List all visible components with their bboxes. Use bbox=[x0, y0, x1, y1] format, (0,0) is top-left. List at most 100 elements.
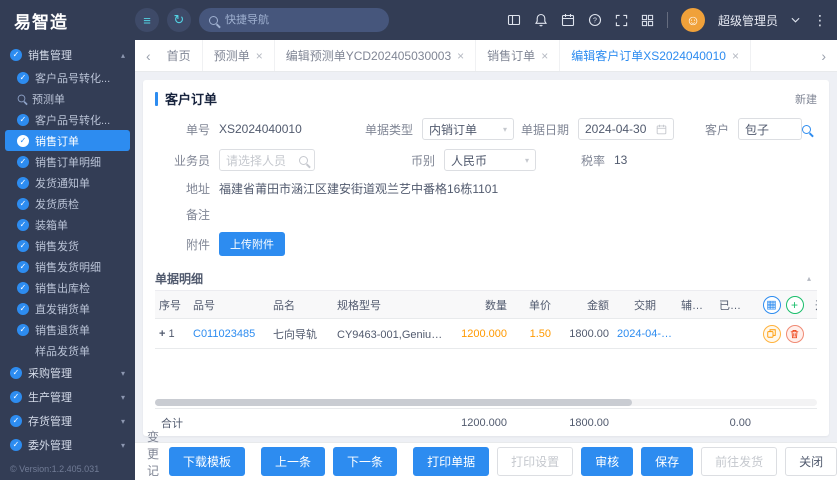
calendar-icon[interactable] bbox=[561, 13, 575, 27]
horizontal-scrollbar[interactable] bbox=[155, 399, 817, 406]
refresh-icon: ↻ bbox=[174, 12, 185, 28]
sidebar-group-production[interactable]: ✓ 生产管理 ▾ bbox=[0, 385, 135, 409]
sidebar-item-label: 客户品号转化... bbox=[35, 112, 110, 128]
sidebar-item-delivery-notice[interactable]: ✓ 发货通知单 bbox=[0, 172, 135, 193]
cell-delivery[interactable]: 2024-04-30 bbox=[613, 328, 677, 340]
more-menu-icon[interactable]: ⋮ bbox=[813, 12, 827, 29]
close-button[interactable]: 关闭 bbox=[785, 447, 837, 476]
next-record-button[interactable]: 下一条 bbox=[333, 447, 397, 476]
tab-edit-customer-order[interactable]: 编辑客户订单XS2024040010 × bbox=[560, 40, 751, 71]
fullscreen-icon[interactable] bbox=[615, 14, 628, 27]
sidebar-item-customer-item-conversion[interactable]: ✓ 客户品号转化... bbox=[0, 67, 135, 88]
new-button[interactable]: 新建 bbox=[795, 91, 817, 107]
avatar[interactable]: ☺ bbox=[681, 8, 705, 32]
prev-record-button[interactable]: 上一条 bbox=[261, 447, 325, 476]
chevron-down-icon[interactable] bbox=[791, 17, 800, 23]
sidebar-item-sales-delivery-detail[interactable]: ✓ 销售发货明细 bbox=[0, 256, 135, 277]
cell-item-no[interactable]: C011023485 bbox=[189, 328, 269, 340]
sidebar-item-sales-order[interactable]: ✓ 销售订单 bbox=[5, 130, 130, 151]
scrollbar-thumb[interactable] bbox=[155, 399, 632, 406]
sidebar-item-label: 客户品号转化... bbox=[35, 70, 110, 86]
col-seq: 序号 bbox=[155, 297, 189, 313]
tab-forecast[interactable]: 预测单 × bbox=[203, 40, 275, 71]
sidebar-item-label: 装箱单 bbox=[35, 217, 68, 233]
search-input[interactable] bbox=[225, 14, 355, 26]
audit-button[interactable]: 审核 bbox=[581, 447, 633, 476]
col-executed: 已执行 bbox=[715, 297, 755, 313]
sidebar-item-packing-list[interactable]: ✓ 装箱单 bbox=[0, 214, 135, 235]
customer-input[interactable]: 包子 bbox=[738, 118, 802, 140]
field-tax-rate: 税率 13 bbox=[550, 152, 715, 169]
detail-title: 单据明细 bbox=[155, 270, 203, 287]
username[interactable]: 超级管理员 bbox=[718, 12, 778, 29]
collapse-icon[interactable]: ▴ bbox=[807, 274, 811, 283]
check-circle-icon: ✓ bbox=[17, 114, 29, 126]
cell-price[interactable]: 1.50 bbox=[511, 328, 555, 340]
footer-action-bar: 变更记录 下载模板 上一条 下一条 打印单据 打印设置 审核 保存 前往发货 关… bbox=[135, 442, 837, 480]
copy-row-button[interactable] bbox=[763, 325, 781, 343]
sidebar-item-direct-sales[interactable]: ✓ 直发销货单 bbox=[0, 298, 135, 319]
app-logo: 易智造 bbox=[0, 8, 135, 33]
table-row[interactable]: +1 C011023485 七向导轨 CY9463-001,Genius（透明.… bbox=[155, 319, 817, 349]
tabs-scroll-left-icon[interactable]: ‹ bbox=[141, 48, 156, 64]
order-type-value: 内销订单 bbox=[429, 121, 477, 138]
document-icon: ✓ bbox=[10, 415, 22, 427]
check-circle-icon: ✓ bbox=[17, 219, 29, 231]
download-template-button[interactable]: 下载模板 bbox=[169, 447, 245, 476]
address-value: 福建省莆田市涵江区建安街道观兰艺中番格16栋1101 bbox=[219, 180, 498, 197]
sidebar-item-sales-outbound-check[interactable]: ✓ 销售出库检 bbox=[0, 277, 135, 298]
cell-qty[interactable]: 1200.000 bbox=[451, 328, 511, 340]
salesman-placeholder: 请选择人员 bbox=[226, 152, 286, 169]
calendar-icon bbox=[656, 124, 667, 135]
top-header: 易智造 ≡ ↻ ? bbox=[0, 0, 837, 40]
layout-panel-icon[interactable] bbox=[507, 13, 521, 27]
sidebar-item-sales-delivery[interactable]: ✓ 销售发货 bbox=[0, 235, 135, 256]
sidebar-item-forecast[interactable]: 预测单 bbox=[0, 88, 135, 109]
print-document-button[interactable]: 打印单据 bbox=[413, 447, 489, 476]
close-icon[interactable]: × bbox=[732, 49, 739, 63]
quick-nav-search[interactable] bbox=[199, 8, 389, 32]
field-label: 税率 bbox=[550, 152, 605, 169]
currency-select[interactable]: 人民币 ▾ bbox=[444, 149, 536, 171]
sidebar-group-sales[interactable]: ✓ 销售管理 ▴ bbox=[0, 43, 135, 67]
column-settings-button[interactable]: ▦ bbox=[763, 296, 781, 314]
tab-label: 编辑客户订单XS2024040010 bbox=[571, 47, 726, 64]
salesman-input[interactable]: 请选择人员 bbox=[219, 149, 315, 171]
order-type-select[interactable]: 内销订单 ▾ bbox=[422, 118, 514, 140]
refresh-button[interactable]: ↻ bbox=[167, 8, 191, 32]
sidebar-item-label: 销售发货 bbox=[35, 238, 79, 254]
customer-lookup-icon[interactable] bbox=[802, 125, 811, 134]
order-date-picker[interactable]: 2024-04-30 bbox=[578, 118, 674, 140]
upload-attachment-button[interactable]: 上传附件 bbox=[219, 232, 285, 256]
sidebar-group-inventory[interactable]: ✓ 存货管理 ▾ bbox=[0, 409, 135, 433]
bell-icon[interactable] bbox=[534, 13, 548, 27]
detail-section-header: 单据明细 ▴ bbox=[155, 267, 817, 291]
delete-row-button[interactable] bbox=[786, 325, 804, 343]
help-icon[interactable]: ? bbox=[588, 13, 602, 27]
sidebar-item-sales-return[interactable]: ✓ 销售退货单 bbox=[0, 319, 135, 340]
tab-home[interactable]: 首页 bbox=[156, 40, 203, 71]
tab-sales-order[interactable]: 销售订单 × bbox=[476, 40, 560, 71]
sidebar-item-delivery-qc[interactable]: ✓ 发货质检 bbox=[0, 193, 135, 214]
apps-grid-icon[interactable] bbox=[641, 14, 654, 27]
field-label: 备注 bbox=[155, 206, 210, 223]
save-button[interactable]: 保存 bbox=[641, 447, 693, 476]
change-log-link[interactable]: 变更记录 bbox=[147, 428, 159, 480]
close-icon[interactable]: × bbox=[457, 49, 464, 63]
close-icon[interactable]: × bbox=[256, 49, 263, 63]
expand-row-icon[interactable]: + bbox=[159, 328, 165, 340]
collapse-menu-button[interactable]: ≡ bbox=[135, 8, 159, 32]
tabs-scroll-right-icon[interactable]: › bbox=[816, 48, 831, 64]
sidebar-group-outsource[interactable]: ✓ 委外管理 ▾ bbox=[0, 433, 135, 457]
close-icon[interactable]: × bbox=[541, 49, 548, 63]
tab-edit-forecast[interactable]: 编辑预测单YCD202405030003 × bbox=[275, 40, 476, 71]
order-date-value: 2024-04-30 bbox=[585, 122, 646, 136]
tab-label: 首页 bbox=[167, 47, 191, 64]
sidebar-item-sample-delivery[interactable]: 样品发货单 bbox=[0, 340, 135, 361]
sidebar-item-label: 销售出库检 bbox=[35, 280, 90, 296]
sidebar-group-purchase[interactable]: ✓ 采购管理 ▾ bbox=[0, 361, 135, 385]
sidebar-item-customer-item-conversion-2[interactable]: ✓ 客户品号转化... bbox=[0, 109, 135, 130]
search-icon bbox=[18, 95, 26, 103]
add-row-button[interactable]: + bbox=[786, 296, 804, 314]
sidebar-item-sales-order-detail[interactable]: ✓ 销售订单明细 bbox=[0, 151, 135, 172]
